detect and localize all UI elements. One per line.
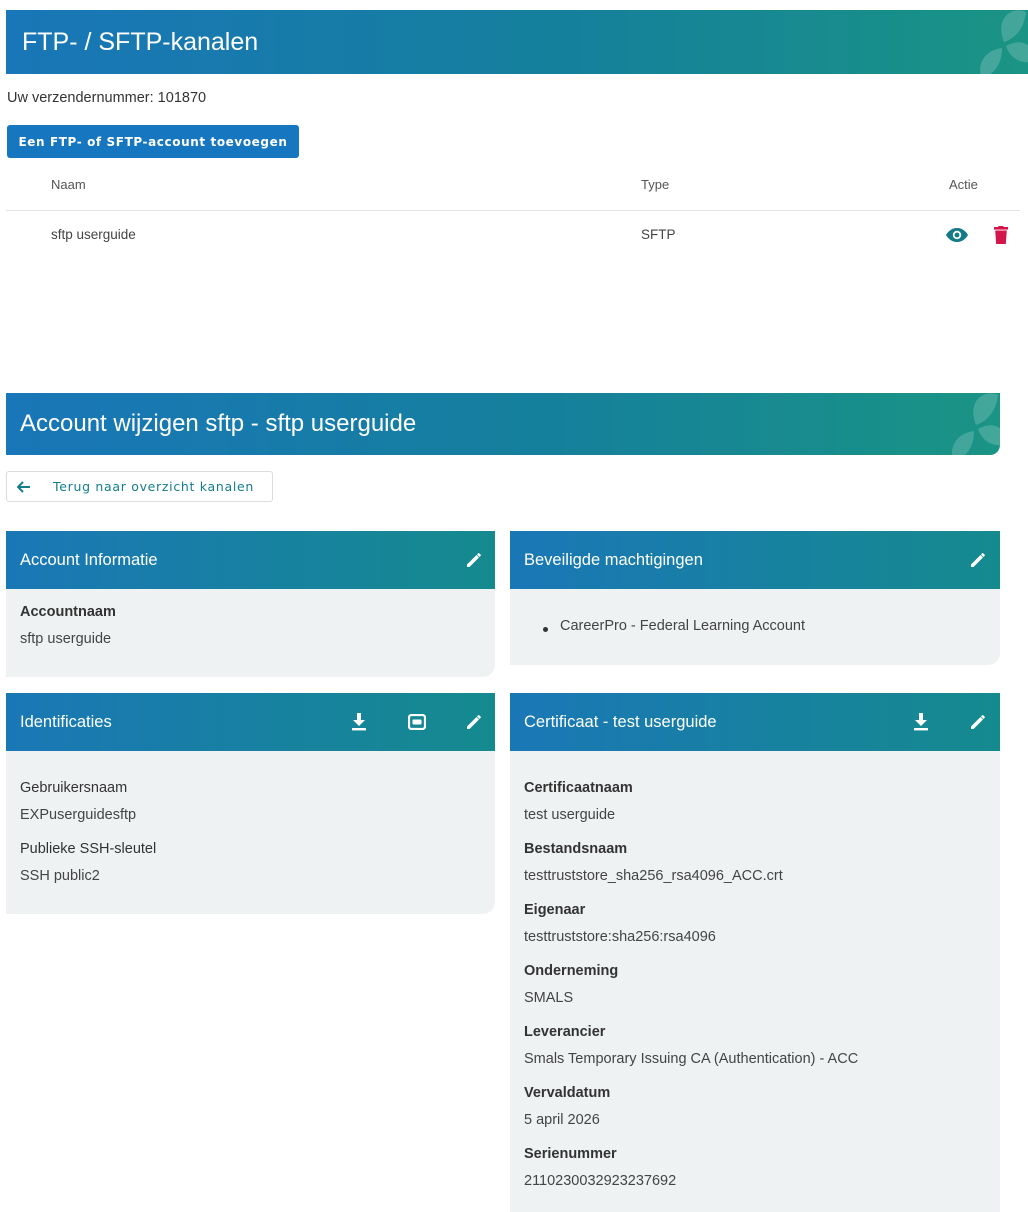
download-icon[interactable]	[348, 711, 370, 733]
cert-field-label: Serienummer	[524, 1146, 617, 1162]
row-name: sftp userguide	[51, 227, 136, 242]
cert-field-value: 5 april 2026	[524, 1112, 600, 1128]
ssh-key-value: SSH public2	[20, 868, 100, 884]
card-title: Beveiligde machtigingen	[524, 550, 703, 569]
cert-field-label: Eigenaar	[524, 902, 586, 918]
cert-field-value: testtruststore_sha256_rsa4096_ACC.crt	[524, 868, 783, 884]
cert-field-value: testtruststore:sha256:rsa4096	[524, 929, 716, 945]
column-header-action: Actie	[949, 177, 978, 192]
eye-icon[interactable]	[946, 224, 968, 246]
card-title: Certificaat - test userguide	[524, 712, 717, 731]
account-name-label: Accountnaam	[20, 604, 116, 620]
column-header-type[interactable]: Type	[641, 177, 669, 192]
identifications-card: Identificaties Gebruikersnaam EXPusergui…	[6, 693, 495, 914]
pencil-icon[interactable]	[463, 711, 485, 733]
key-card-icon[interactable]	[406, 711, 428, 733]
leaf-decoration-icon	[980, 10, 1028, 74]
cert-field-value: SMALS	[524, 990, 574, 1006]
edit-title: Account wijzigen sftp - sftp userguide	[20, 410, 417, 437]
ssh-key-label: Publieke SSH-sleutel	[20, 841, 157, 857]
edit-account-banner: Account wijzigen sftp - sftp userguide	[6, 393, 1000, 455]
leaf-decoration-icon	[952, 393, 1000, 455]
column-header-name[interactable]: Naam	[51, 177, 86, 192]
card-title: Identificaties	[20, 712, 112, 731]
username-label: Gebruikersnaam	[20, 780, 128, 796]
add-account-button[interactable]: Een FTP- of SFTP-account toevoegen	[7, 125, 299, 158]
cert-field-label: Bestandsnaam	[524, 841, 628, 857]
sender-number: Uw verzendernummer: 101870	[7, 90, 207, 106]
ftp-channels-banner: FTP- / SFTP-kanalen	[6, 10, 1028, 74]
card-header: Account Informatie	[6, 531, 495, 589]
back-to-overview-button[interactable]: Terug naar overzicht kanalen	[6, 471, 273, 502]
list-bullet	[543, 627, 548, 632]
cert-field-label: Onderneming	[524, 963, 619, 979]
username-value: EXPuserguidesftp	[20, 807, 137, 823]
account-info-card: Account Informatie Accountnaam sftp user…	[6, 531, 495, 677]
row-type: SFTP	[641, 227, 676, 242]
permission-item: CareerPro - Federal Learning Account	[560, 618, 806, 634]
page-title: FTP- / SFTP-kanalen	[22, 27, 259, 56]
cert-field-label: Leverancier	[524, 1024, 606, 1040]
card-header: Beveiligde machtigingen	[510, 531, 1000, 589]
cert-field-value: test userguide	[524, 807, 616, 823]
cert-field-value: 2110230032923237692	[524, 1173, 677, 1189]
certificate-card: Certificaat - test userguide Certificaat…	[510, 693, 1000, 1212]
account-name-value: sftp userguide	[20, 631, 112, 647]
trash-icon[interactable]	[990, 224, 1012, 246]
download-icon[interactable]	[910, 711, 932, 733]
arrow-left-icon	[17, 480, 35, 493]
cert-field-label: Vervaldatum	[524, 1085, 611, 1101]
cert-field-value: Smals Temporary Issuing CA (Authenticati…	[524, 1051, 859, 1067]
card-title: Account Informatie	[20, 550, 158, 569]
back-button-label: Terug naar overzicht kanalen	[53, 479, 255, 494]
pencil-icon[interactable]	[967, 549, 989, 571]
pencil-icon[interactable]	[967, 711, 989, 733]
pencil-icon[interactable]	[463, 549, 485, 571]
table-divider	[6, 210, 1020, 211]
cert-field-label: Certificaatnaam	[524, 780, 633, 796]
permissions-card: Beveiligde machtigingen	[510, 531, 1000, 665]
